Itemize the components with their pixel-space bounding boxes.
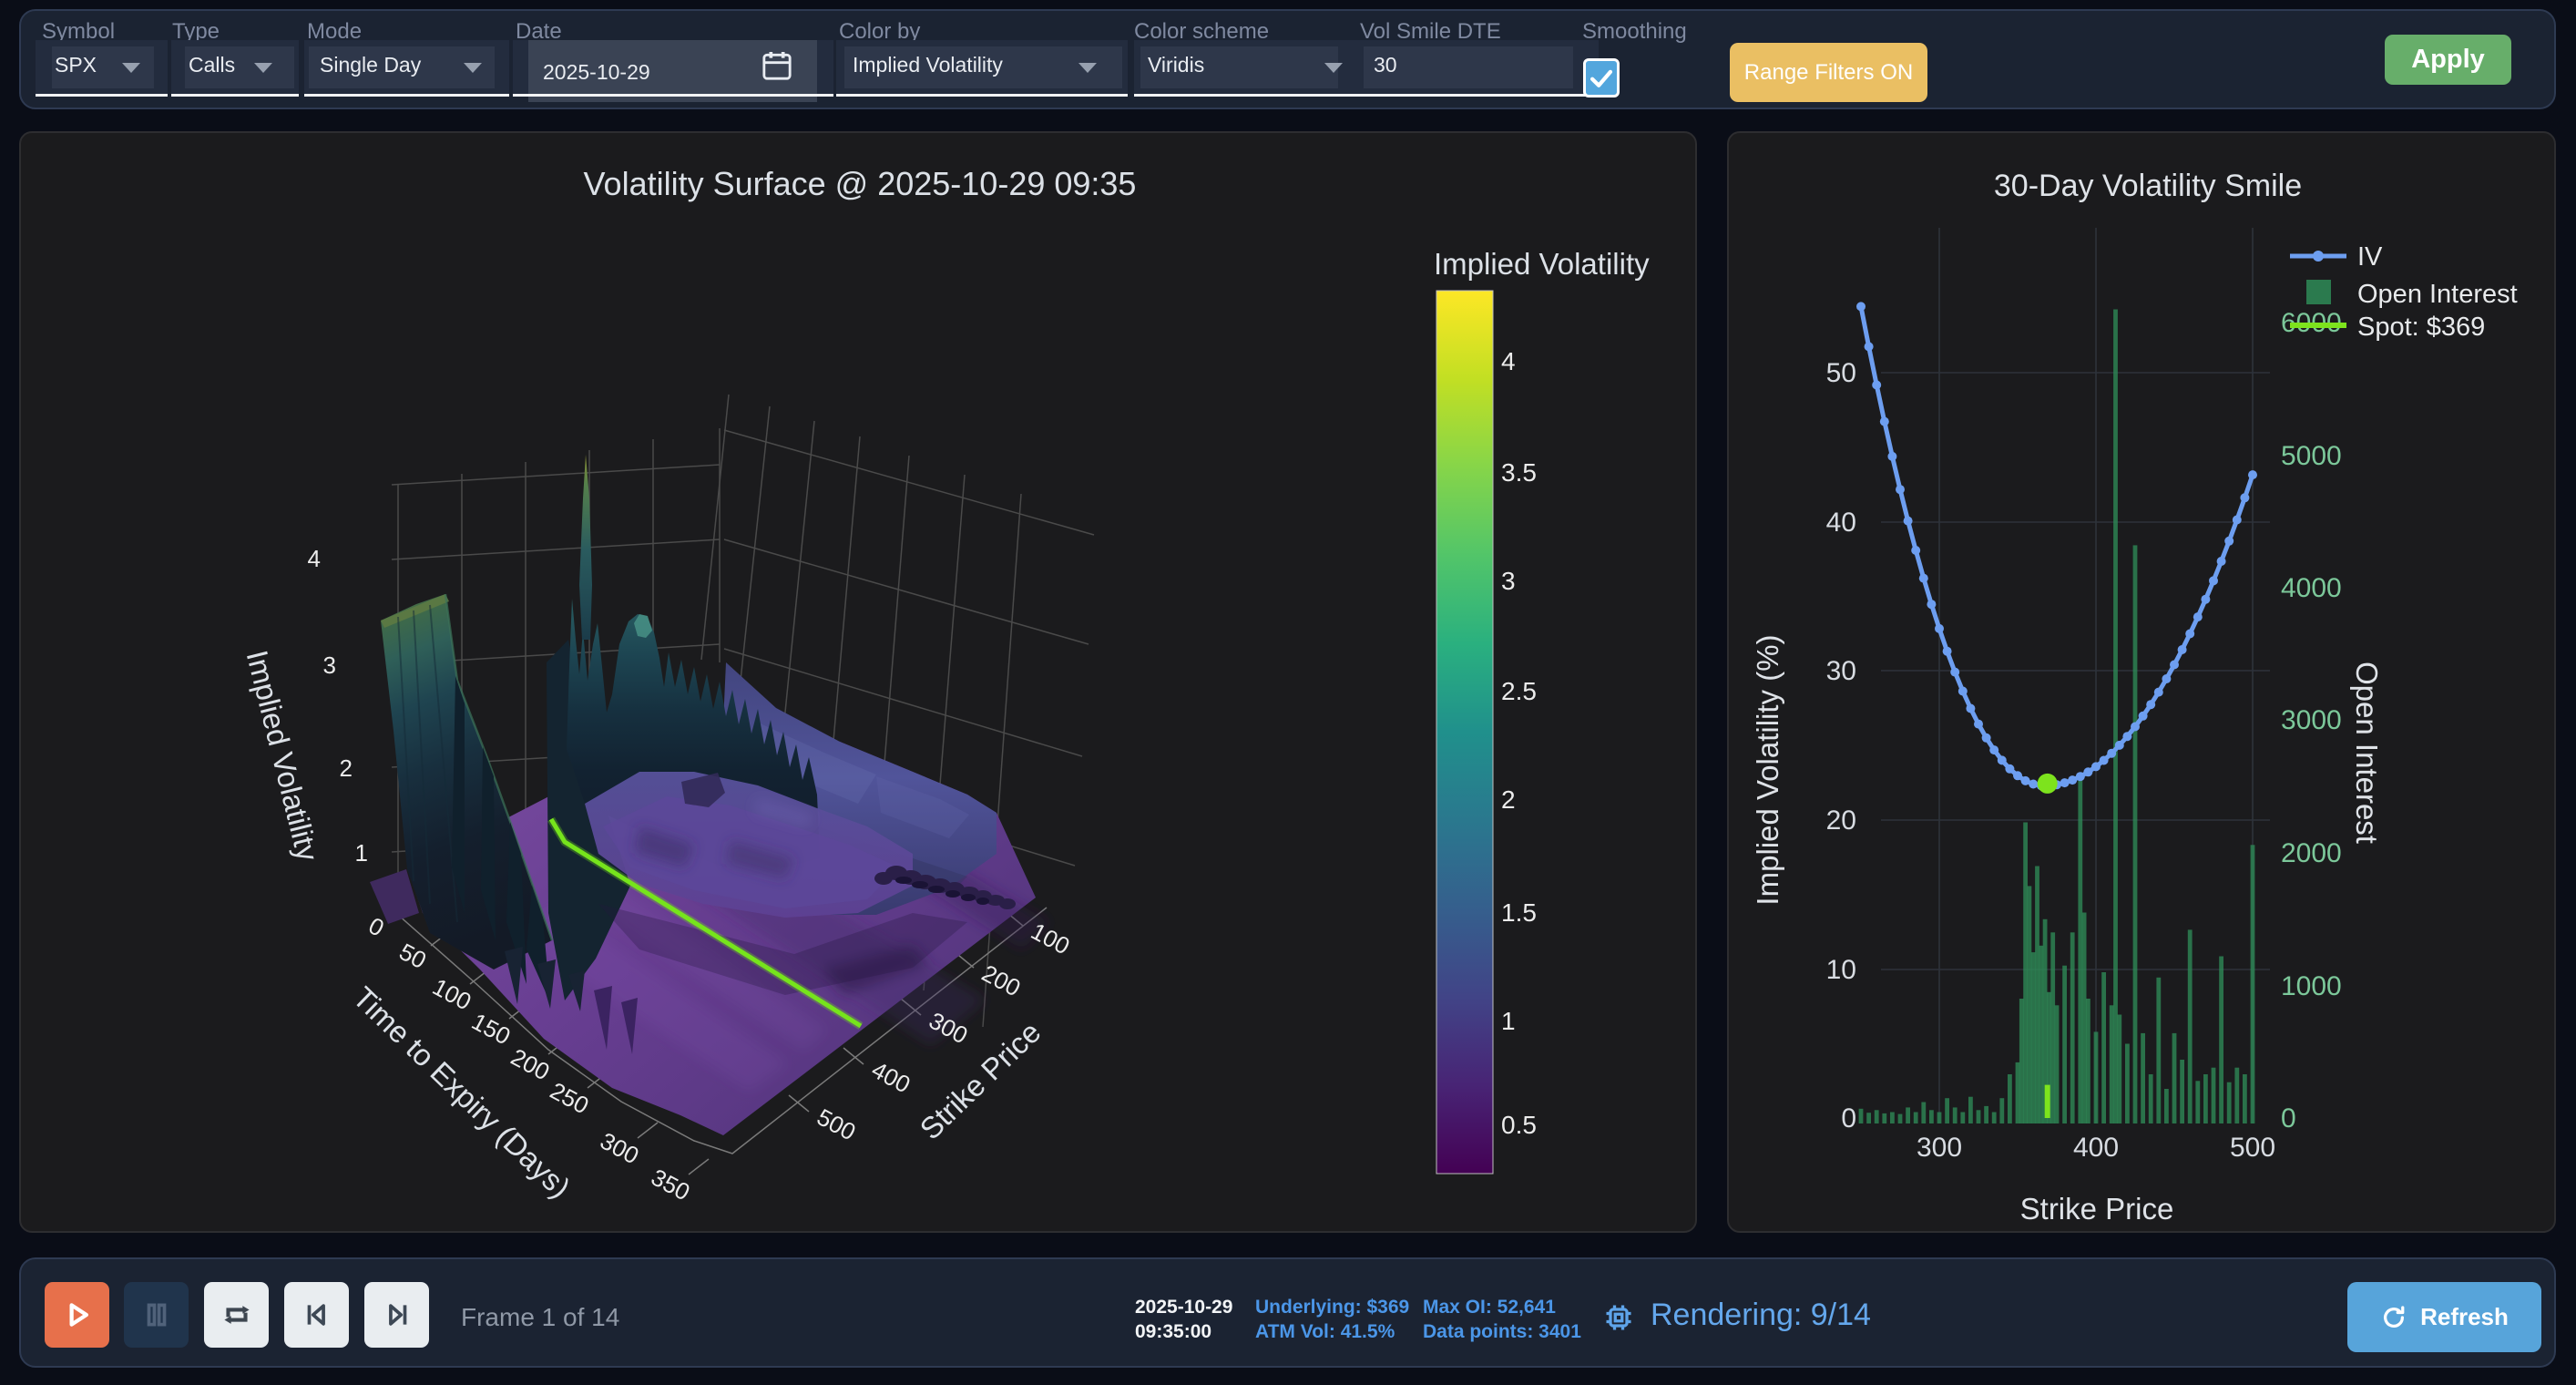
svg-text:0: 0 <box>2281 1103 2296 1134</box>
svg-text:50: 50 <box>1826 358 1856 388</box>
svg-text:30: 30 <box>1826 656 1856 686</box>
svg-text:3: 3 <box>323 651 336 679</box>
svg-text:Implied Volatility: Implied Volatility <box>240 647 325 865</box>
svg-text:250: 250 <box>546 1077 593 1120</box>
svg-text:IV: IV <box>2357 242 2383 272</box>
svg-text:100: 100 <box>428 973 475 1016</box>
svg-text:350: 350 <box>647 1164 694 1206</box>
svg-text:2: 2 <box>340 754 353 782</box>
svg-text:1: 1 <box>355 839 368 867</box>
svg-text:10: 10 <box>1826 955 1856 985</box>
svg-text:2000: 2000 <box>2281 838 2342 868</box>
svg-text:300: 300 <box>596 1127 643 1170</box>
svg-text:Open Interest: Open Interest <box>2350 662 2384 844</box>
svg-text:1: 1 <box>1501 1007 1516 1035</box>
svg-text:Spot: $369: Spot: $369 <box>2357 313 2485 342</box>
svg-text:30-Day Volatility Smile: 30-Day Volatility Smile <box>1994 169 2302 203</box>
svg-text:Strike Price: Strike Price <box>2020 1192 2174 1226</box>
svg-text:4000: 4000 <box>2281 573 2342 603</box>
svg-text:5000: 5000 <box>2281 441 2342 471</box>
svg-text:2: 2 <box>1501 785 1516 814</box>
svg-text:Implied Volatility (%): Implied Volatility (%) <box>1751 634 1784 905</box>
svg-text:500: 500 <box>813 1103 860 1146</box>
svg-text:50: 50 <box>394 938 431 974</box>
svg-text:3: 3 <box>1501 567 1516 595</box>
svg-text:500: 500 <box>2230 1133 2275 1163</box>
svg-text:3.5: 3.5 <box>1501 458 1537 487</box>
svg-text:0.5: 0.5 <box>1501 1111 1537 1139</box>
svg-text:Implied Volatility: Implied Volatility <box>1434 247 1650 281</box>
svg-text:400: 400 <box>2073 1133 2119 1163</box>
svg-text:4: 4 <box>1501 347 1516 375</box>
svg-text:Open Interest: Open Interest <box>2357 280 2518 309</box>
svg-text:40: 40 <box>1826 508 1856 538</box>
svg-text:20: 20 <box>1826 805 1856 836</box>
svg-text:150: 150 <box>467 1008 515 1051</box>
svg-text:0: 0 <box>1841 1103 1856 1134</box>
svg-text:1.5: 1.5 <box>1501 898 1537 927</box>
svg-text:Volatility Surface @ 2025-10-2: Volatility Surface @ 2025-10-29 09:35 <box>584 165 1137 202</box>
svg-text:3000: 3000 <box>2281 705 2342 735</box>
svg-text:1000: 1000 <box>2281 971 2342 1001</box>
svg-text:2.5: 2.5 <box>1501 677 1537 705</box>
svg-text:300: 300 <box>1917 1133 1962 1163</box>
svg-text:400: 400 <box>867 1056 915 1099</box>
svg-text:0: 0 <box>364 911 389 941</box>
svg-text:4: 4 <box>308 545 321 572</box>
